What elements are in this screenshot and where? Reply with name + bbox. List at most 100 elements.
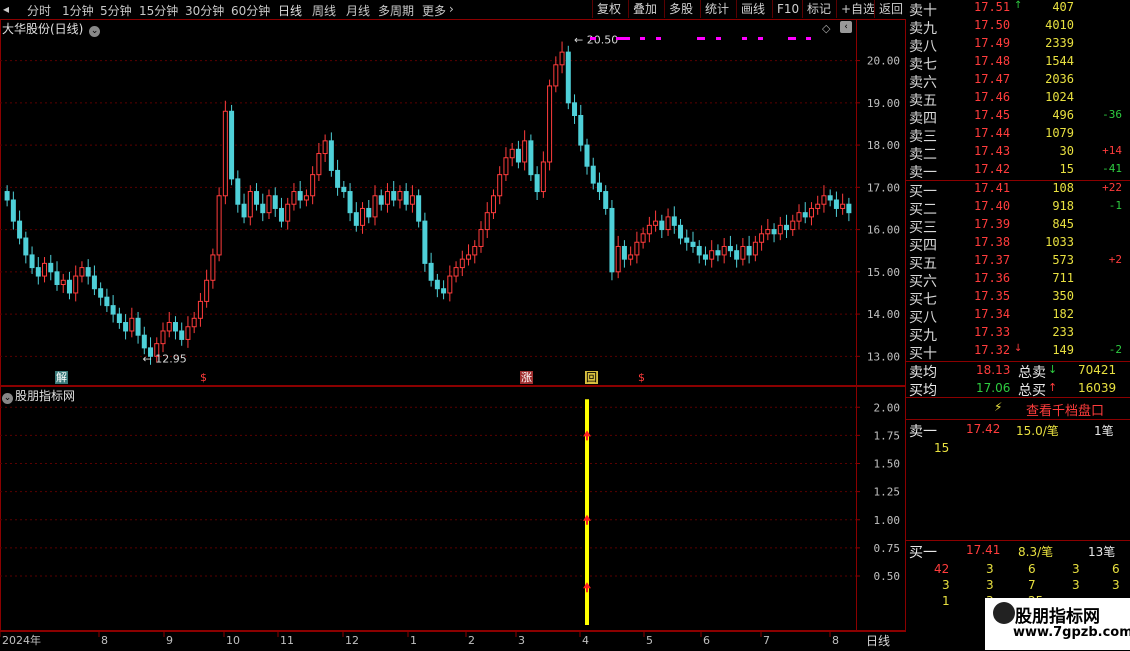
mark-button[interactable]: 标记 xyxy=(802,0,836,18)
period-tab-monthly[interactable]: 月线 xyxy=(346,2,370,19)
candle-body xyxy=(821,195,827,205)
overlay-button[interactable]: 叠加 xyxy=(628,0,664,18)
candle-body xyxy=(715,250,721,256)
ask-level-6[interactable]: 卖五 17.46 1024 xyxy=(906,90,1130,109)
candle-body xyxy=(808,207,814,218)
bid-level-1[interactable]: 买一 17.41 108 +22 xyxy=(906,181,1130,200)
ask-level-10[interactable]: 卖一 17.42 15 -41 xyxy=(906,162,1130,181)
candle-body xyxy=(353,212,359,226)
bid-level-9[interactable]: 买九 17.33 233 xyxy=(906,325,1130,344)
candle-body xyxy=(416,195,422,222)
candle-body xyxy=(515,148,521,163)
level-price: 17.45 xyxy=(974,108,1011,122)
event-tag-buyback[interactable]: 回 xyxy=(585,371,598,384)
bid-level-4[interactable]: 买四 17.38 1033 xyxy=(906,235,1130,254)
back-button[interactable]: 返回 xyxy=(874,0,906,18)
period-tab-30min[interactable]: 30分钟 xyxy=(185,2,224,19)
bid1-order: 3 xyxy=(1072,562,1080,576)
level-volume: 149 xyxy=(1052,343,1074,357)
add-watchlist-button[interactable]: +自选 xyxy=(836,0,875,18)
bid-level-7[interactable]: 买七 17.35 350 xyxy=(906,289,1130,308)
watermark: 股朋指标网 www.7gpzb.com xyxy=(985,598,1130,650)
adjust-button[interactable]: 复权 xyxy=(592,0,628,18)
date-label: 3 xyxy=(518,634,525,647)
bid1-order: 3 xyxy=(1112,578,1120,592)
candlestick-chart[interactable]: 20.00 19.00 18.00 17.00 16.00 15.00 14.00 13.00… xyxy=(0,19,906,386)
period-tab-1min[interactable]: 1分钟 xyxy=(62,2,94,19)
candle-body xyxy=(478,229,484,247)
view-level-button[interactable]: 查看千档盘口 xyxy=(1026,400,1104,419)
level-volume: 918 xyxy=(1052,199,1074,213)
candle-body xyxy=(35,267,41,277)
period-tab-weekly[interactable]: 周线 xyxy=(312,2,336,19)
level-price: 17.37 xyxy=(974,253,1011,267)
f10-button[interactable]: F10 xyxy=(772,0,802,18)
candle-body xyxy=(303,195,309,201)
book-separator xyxy=(906,540,1130,541)
ask-level-4[interactable]: 卖七 17.48 1544 xyxy=(906,54,1130,73)
total-sell-label: 总卖 xyxy=(1018,365,1046,381)
candle-body xyxy=(66,279,72,294)
candle-body xyxy=(397,191,403,201)
period-tab-timeshare[interactable]: 分时 xyxy=(27,2,51,19)
level-volume: 496 xyxy=(1052,108,1074,122)
avg-sell-label: 卖均 xyxy=(909,365,937,381)
bid-level-10[interactable]: 买十 17.32 149 ↓ -2 xyxy=(906,343,1130,362)
candle-body xyxy=(79,267,85,277)
arrow-up-icon: ↑ xyxy=(1048,381,1058,394)
date-label: 9 xyxy=(166,634,173,647)
candle-body xyxy=(60,279,66,285)
event-tag-dividend[interactable]: $ xyxy=(199,371,208,384)
period-tab-more[interactable]: 更多 xyxy=(422,2,446,19)
candle-body xyxy=(166,322,172,332)
ask-level-5[interactable]: 卖六 17.47 2036 xyxy=(906,72,1130,91)
ask-level-1[interactable]: 卖十 17.51 407 ↑ xyxy=(906,0,1130,19)
candle-body xyxy=(191,317,197,328)
bid-level-8[interactable]: 买八 17.34 182 xyxy=(906,307,1130,326)
bid-level-6[interactable]: 买六 17.36 711 xyxy=(906,271,1130,290)
period-tab-daily[interactable]: 日线 xyxy=(278,2,302,19)
candle-body xyxy=(272,195,278,209)
period-toolbar: ◂ 分时 1分钟 5分钟 15分钟 30分钟 60分钟 日线 周线 月线 多周期… xyxy=(0,0,906,20)
multi-stock-button[interactable]: 多股 xyxy=(664,0,700,18)
ask-level-9[interactable]: 卖二 17.43 30 +14 xyxy=(906,144,1130,163)
ask-level-7[interactable]: 卖四 17.45 496 -36 xyxy=(906,108,1130,127)
period-tab-15min[interactable]: 15分钟 xyxy=(139,2,178,19)
indicator-tick-label: 0.50 xyxy=(874,570,901,583)
level-price: 17.33 xyxy=(974,325,1011,339)
period-tab-60min[interactable]: 60分钟 xyxy=(231,2,270,19)
candle-body xyxy=(328,140,334,171)
event-tag-unlock[interactable]: 解 xyxy=(55,371,68,384)
date-label: 8 xyxy=(832,634,839,647)
stats-button[interactable]: 统计 xyxy=(700,0,736,18)
candle-body xyxy=(634,241,640,256)
signal-arrow xyxy=(583,514,591,525)
period-tab-5min[interactable]: 5分钟 xyxy=(100,2,132,19)
candle-body xyxy=(42,262,48,277)
bid-level-2[interactable]: 买二 17.40 918 -1 xyxy=(906,199,1130,218)
candle-body xyxy=(684,237,690,243)
signal-arrow xyxy=(583,582,591,593)
indicator-chart[interactable]: 2.00 1.75 1.50 1.25 1.00 0.75 0.50 xyxy=(0,386,906,631)
candle-body xyxy=(696,245,702,256)
ask-level-2[interactable]: 卖九 17.50 4010 xyxy=(906,18,1130,37)
level-change: -2 xyxy=(1108,343,1122,356)
candle-body xyxy=(322,140,328,155)
event-tag-dividend-2[interactable]: $ xyxy=(637,371,646,384)
signal-marker xyxy=(590,37,596,40)
bid-level-5[interactable]: 买五 17.37 573 +2 xyxy=(906,253,1130,272)
bid1-detail-per: 8.3/笔 xyxy=(1018,545,1054,559)
bid1-order: 3 xyxy=(986,578,994,592)
level-change: -41 xyxy=(1102,162,1122,175)
candle-body xyxy=(347,191,353,214)
ask-level-3[interactable]: 卖八 17.49 2339 xyxy=(906,36,1130,55)
candle-body xyxy=(4,191,10,201)
chevron-right-icon[interactable]: › xyxy=(449,2,454,16)
event-tag-limit[interactable]: 涨 xyxy=(520,371,533,384)
ask-level-8[interactable]: 卖三 17.44 1079 xyxy=(906,126,1130,145)
bid1-order: 6 xyxy=(1112,562,1120,576)
candle-body xyxy=(559,51,565,66)
period-tab-multi[interactable]: 多周期 xyxy=(378,2,414,19)
draw-line-button[interactable]: 画线 xyxy=(736,0,772,18)
bid-level-3[interactable]: 买三 17.39 845 xyxy=(906,217,1130,236)
